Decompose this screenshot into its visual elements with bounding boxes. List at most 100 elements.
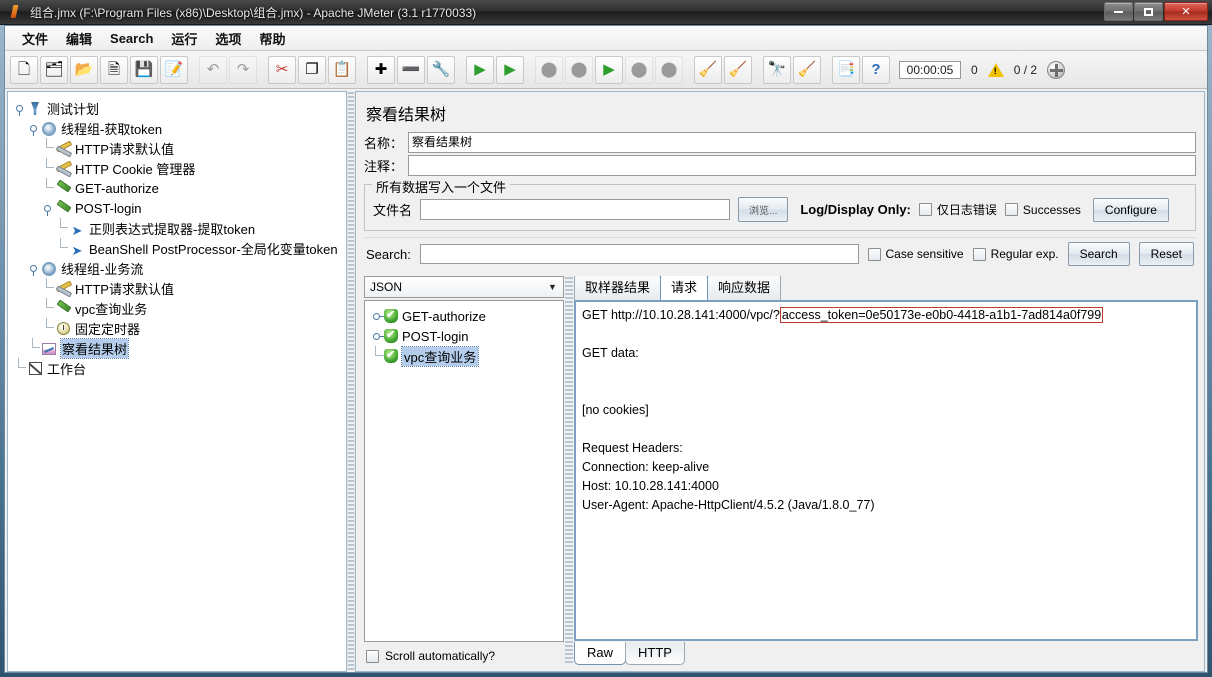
request-content[interactable]: GET http://10.10.28.141:4000/vpc/? access… [574,300,1198,641]
results-expand-toggle-icon[interactable] [368,312,385,320]
scroll-automatically-label: Scroll automatically? [385,649,496,663]
request-line: Connection: keep-alive [582,460,710,474]
search-button[interactable]: Search [1067,242,1130,266]
menu-options[interactable]: 选项 [206,26,250,51]
tree-node[interactable]: 固定定时器 [12,318,342,338]
comment-input[interactable] [408,155,1196,176]
sampler-icon [54,300,72,316]
expand-all-icon[interactable]: ✚ [367,55,395,84]
tree-expand-toggle-icon[interactable] [40,204,54,216]
view-format-tab[interactable]: Raw [574,642,627,665]
menu-edit[interactable]: 编辑 [57,26,101,51]
tree-node[interactable]: 工作台 [12,358,342,378]
scroll-automatically-checkbox[interactable]: Scroll automatically? [364,642,564,665]
raw-http-tabs[interactable]: Raw HTTP [574,641,1198,665]
clear-all-icon[interactable]: 🧹 [724,55,752,84]
reset-button[interactable]: Reset [1138,242,1194,266]
results-tree-item[interactable]: POST-login [368,326,560,346]
name-input[interactable]: 察看结果树 [408,132,1196,153]
filename-input[interactable] [420,199,731,220]
case-sensitive-checkbox[interactable]: Case sensitive [867,247,964,261]
results-tree-item[interactable]: vpc查询业务 [368,345,560,367]
close-button[interactable]: ✕ [1164,2,1208,21]
main-split: 测试计划 线程组-获取token HTTP请求默认值 HTTP Cookie 管理器 G… [5,89,1207,672]
tree-node[interactable]: GET-authorize [12,178,342,198]
results-expand-toggle-icon[interactable] [368,332,385,340]
tree-node[interactable]: ➤ 正则表达式提取器-提取token [12,218,342,238]
tree-node[interactable]: HTTP请求默认值 [12,138,342,158]
paste-icon[interactable]: 📋 [328,55,356,84]
remote-start-icon[interactable]: ▶ [595,55,623,84]
close-icon[interactable]: 🗎 [100,55,128,84]
view-format-tab[interactable]: HTTP [625,642,685,665]
menu-file[interactable]: 文件 [13,26,57,51]
tree-node[interactable]: 测试计划 [12,98,342,118]
detail-tab[interactable]: 响应数据 [707,276,782,300]
successes-label: Successes [1022,202,1081,217]
post-processor-icon-glyph: ➤ [71,242,83,258]
request-line: Host: 10.10.28.141:4000 [582,479,719,493]
tree-node[interactable]: HTTP Cookie 管理器 [12,158,342,178]
toggle-icon[interactable]: 🔧 [427,55,455,84]
search-reset-icon-glyph: 🧹 [797,61,817,78]
tree-node[interactable]: 线程组-获取token [12,118,342,138]
minimize-button[interactable] [1104,2,1133,21]
search-reset-icon[interactable]: 🧹 [793,55,821,84]
cut-icon[interactable]: ✂ [268,55,296,84]
main-splitter[interactable] [347,91,355,672]
renderer-select[interactable]: JSON ▼ [364,276,564,298]
results-tree-item[interactable]: GET-authorize [368,306,560,326]
tree-node[interactable]: HTTP请求默认值 [12,278,342,298]
new-icon[interactable]: 🗋 [10,55,38,84]
configure-button[interactable]: Configure [1092,197,1169,222]
regular-exp-checkbox[interactable]: Regular exp. [972,247,1059,261]
clear-icon-glyph: 🧹 [698,61,718,78]
maximize-button[interactable] [1134,2,1163,21]
tree-expand-toggle-icon[interactable] [12,104,26,116]
start-icon[interactable]: ▶ [466,55,494,84]
tree-node[interactable]: 察看结果树 [12,337,342,359]
case-sensitive-checkbox-box[interactable] [867,247,881,261]
chevron-down-icon[interactable]: ▼ [544,278,561,296]
menu-run[interactable]: 运行 [162,26,206,51]
detail-tabs[interactable]: 取样器结果 请求 响应数据 [574,276,1198,300]
errors-only-checkbox-box[interactable] [918,203,932,216]
start-no-pause-icon[interactable]: ▶ [496,55,524,84]
function-helper-icon[interactable]: 📑 [832,55,860,84]
results-tree[interactable]: GET-authorize POST-loginvpc查询业务 [364,300,564,642]
successes-checkbox-box[interactable] [1004,203,1018,216]
tree-node[interactable]: POST-login [12,198,342,218]
test-plan-tree[interactable]: 测试计划 线程组-获取token HTTP请求默认值 HTTP Cookie 管理器 G… [8,92,346,384]
test-plan-tree-panel[interactable]: 测试计划 线程组-获取token HTTP请求默认值 HTTP Cookie 管理器 G… [7,91,347,672]
regular-exp-checkbox-box[interactable] [972,247,986,261]
help-icon[interactable]: ? [862,55,890,84]
save-as-icon[interactable]: 📝 [160,55,188,84]
search-input[interactable] [419,244,859,264]
menu-help[interactable]: 帮助 [250,26,294,51]
scroll-automatically-checkbox-box[interactable] [366,649,379,663]
successes-checkbox[interactable]: Successes [1004,202,1081,217]
search-icon[interactable]: 🔭 [763,55,791,84]
save-icon[interactable]: 💾 [130,55,158,84]
results-splitter[interactable] [565,276,573,665]
tree-node[interactable]: ➤ BeanShell PostProcessor-全局化变量token [12,238,342,258]
copy-icon[interactable]: ❐ [298,55,326,84]
clear-icon[interactable]: 🧹 [694,55,722,84]
tree-branch-line [54,218,68,238]
tree-node[interactable]: 线程组-业务流 [12,258,342,278]
detail-tab[interactable]: 取样器结果 [574,276,662,300]
templates-icon[interactable]: 🗂 [40,55,68,84]
browse-button[interactable]: 浏览... [738,197,789,222]
tree-node[interactable]: vpc查询业务 [12,298,342,318]
success-shield-icon [384,328,398,343]
detail-tab[interactable]: 请求 [660,276,709,300]
results-tree-column: JSON ▼ GET-authorize POST-loginvpc查询业务 Sc… [364,276,564,665]
collapse-all-icon[interactable]: ➖ [397,55,425,84]
warning-icon[interactable] [987,62,1004,77]
tree-expand-toggle-icon[interactable] [26,264,40,276]
menu-search[interactable]: Search [101,28,162,49]
tree-expand-toggle-icon[interactable] [26,124,40,136]
open-icon[interactable]: 📂 [70,55,98,84]
tree-node-label: HTTP请求默认值 [75,141,174,157]
errors-only-checkbox[interactable]: 仅日志错误 [918,201,997,218]
